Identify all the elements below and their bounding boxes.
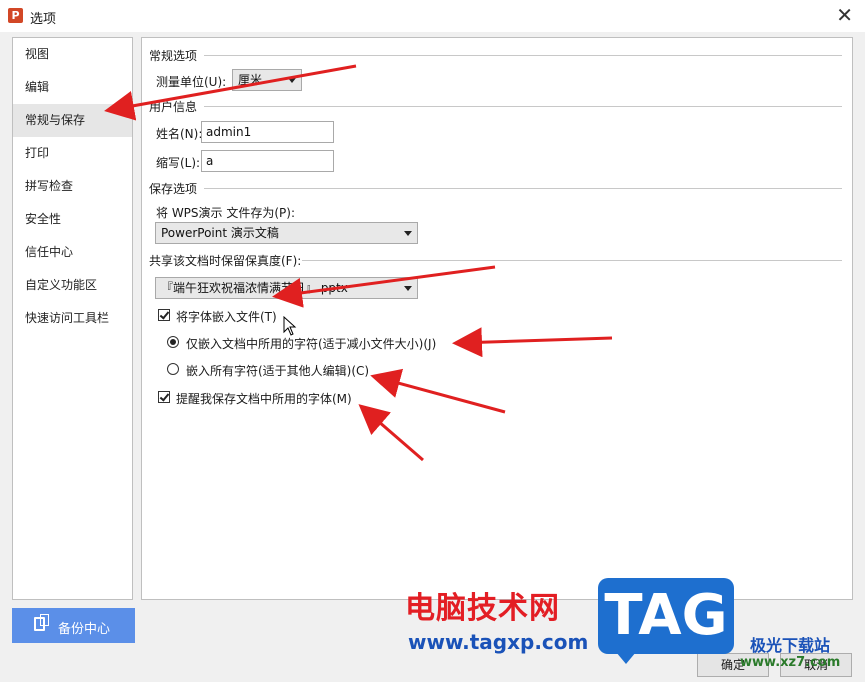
remind-fonts-label[interactable]: 提醒我保存文档中所用的字体(M): [176, 390, 352, 407]
initials-label: 缩写(L):: [156, 156, 201, 170]
save-section-title: 保存选项: [149, 182, 198, 196]
mouse-cursor-icon: [283, 316, 297, 336]
remind-fonts-checkbox[interactable]: [158, 391, 170, 403]
nav-item-quick-access-toolbar[interactable]: 快速访问工具栏: [13, 302, 132, 335]
nav-item-view[interactable]: 视图: [13, 38, 132, 71]
nav-item-trust-center[interactable]: 信任中心: [13, 236, 132, 269]
user-section-title: 用户信息: [149, 100, 198, 114]
section-divider: [204, 106, 842, 107]
nav-item-spelling[interactable]: 拼写检查: [13, 170, 132, 203]
section-divider: [204, 55, 842, 56]
save-format-select[interactable]: PowerPoint 演示文稿: [155, 222, 418, 244]
unit-select-value: 厘米: [238, 73, 263, 87]
initials-input[interactable]: a: [201, 150, 334, 172]
backup-document-icon: [34, 614, 49, 631]
nav-item-print[interactable]: 打印: [13, 137, 132, 170]
general-section-title: 常规选项: [149, 49, 198, 63]
section-divider: [302, 260, 842, 261]
name-input[interactable]: admin1: [201, 121, 334, 143]
ok-button[interactable]: 确定: [697, 653, 769, 677]
backup-center-label: 备份中心: [58, 622, 111, 637]
section-divider: [204, 188, 842, 189]
window-title: 选项: [30, 12, 57, 27]
unit-select[interactable]: 厘米: [232, 69, 302, 91]
save-format-value: PowerPoint 演示文稿: [161, 226, 279, 240]
fidelity-document-value: 『端午狂欢祝福浓情满节日』.pptx: [161, 281, 348, 295]
backup-center-button[interactable]: 备份中心: [12, 608, 135, 643]
embed-fonts-label[interactable]: 将字体嵌入文件(T): [176, 308, 277, 325]
embed-all-chars-radio[interactable]: [167, 363, 179, 375]
nav-item-customize-ribbon[interactable]: 自定义功能区: [13, 269, 132, 302]
title-bar: P 选项 ✕: [0, 0, 865, 32]
name-label: 姓名(N):: [156, 127, 203, 141]
embed-used-chars-label[interactable]: 仅嵌入文档中所用的字符(适于减小文件大小)(J): [186, 335, 436, 352]
embed-used-chars-radio[interactable]: [167, 336, 179, 348]
chevron-down-icon: [404, 231, 412, 236]
unit-label: 测量单位(U):: [156, 75, 227, 89]
fidelity-section-title: 共享该文档时保留保真度(F):: [149, 254, 302, 268]
options-content-panel: 常规选项 测量单位(U): 厘米 用户信息 姓名(N): admin1 缩写(L…: [141, 37, 853, 600]
save-format-label: 将 WPS演示 文件存为(P):: [156, 206, 295, 220]
close-icon[interactable]: ✕: [836, 4, 853, 26]
nav-item-general-save[interactable]: 常规与保存: [13, 104, 132, 137]
watermark-site-url: www.tagxp.com: [408, 630, 589, 654]
cancel-button[interactable]: 取消: [780, 653, 852, 677]
chevron-down-icon: [288, 78, 296, 83]
embed-all-chars-label[interactable]: 嵌入所有字符(适于其他人编辑)(C): [186, 362, 369, 379]
nav-item-security[interactable]: 安全性: [13, 203, 132, 236]
wps-presentation-app-icon: P: [8, 8, 23, 23]
options-category-list: 视图 编辑 常规与保存 打印 拼写检查 安全性 信任中心 自定义功能区 快速访问…: [12, 37, 133, 600]
fidelity-document-select[interactable]: 『端午狂欢祝福浓情满节日』.pptx: [155, 277, 418, 299]
chevron-down-icon: [404, 286, 412, 291]
embed-fonts-checkbox[interactable]: [158, 309, 170, 321]
nav-item-edit[interactable]: 编辑: [13, 71, 132, 104]
